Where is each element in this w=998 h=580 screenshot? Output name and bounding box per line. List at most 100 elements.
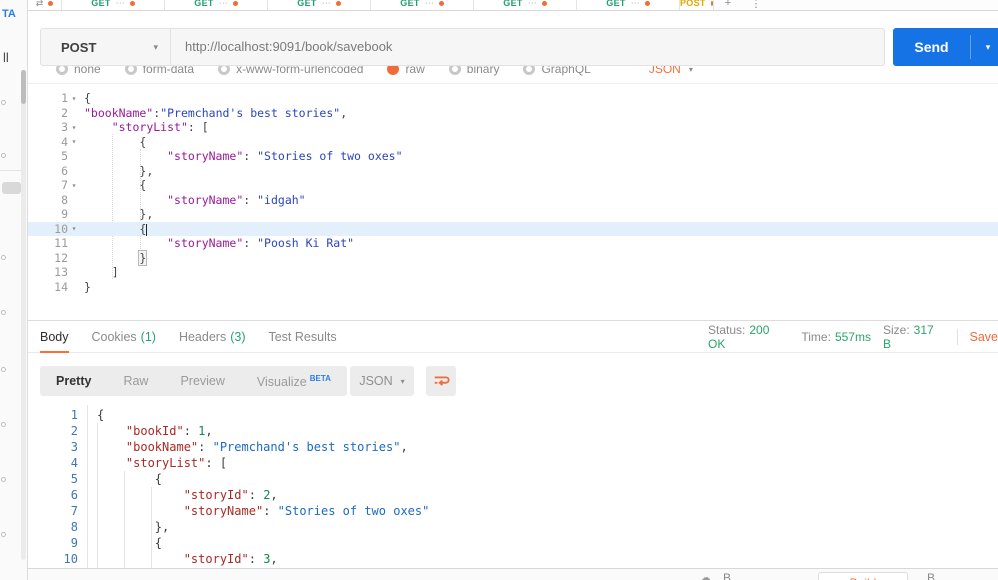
code-line[interactable]: 12 } (28, 249, 998, 266)
code-line[interactable]: 6 }, (28, 164, 998, 179)
code-line[interactable]: 11 "storyName": "Poosh Ki Rat" (28, 236, 998, 251)
code-line: 6 "storyId": 2, (28, 487, 998, 503)
code-line[interactable]: 7 ▾ { (28, 178, 998, 193)
save-response-button[interactable]: Save (969, 330, 998, 344)
code-line[interactable]: 4 ▾ { (28, 135, 998, 150)
tab-menu-button[interactable]: ⋮ (742, 0, 770, 10)
code-line[interactable]: 10 ▾ { (28, 221, 998, 236)
request-body-editor[interactable]: 1 ▾{2 "bookName":"Premchand's best stories… (28, 85, 998, 320)
code-text: "bookId": 1, (125, 424, 213, 438)
body-type-label: raw (405, 66, 425, 76)
line-number: 5 (61, 149, 68, 164)
code-line[interactable]: 8 "storyName": "idgah" (28, 193, 998, 208)
body-type-radio-x-www-form-urlencoded[interactable]: x-www-form-urlencoded (218, 66, 363, 76)
sidebar-history-item[interactable] (1, 310, 6, 315)
stat-value: 557ms (834, 330, 871, 344)
sidebar-history-item[interactable] (1, 255, 6, 260)
code-text: }, (154, 520, 170, 534)
response-stat: Status: 200 OK (708, 323, 789, 351)
body-type-radio-form-data[interactable]: form-data (124, 66, 194, 76)
code-text: "storyId": 3, (183, 552, 278, 566)
request-tab[interactable]: GET ⋯ (577, 0, 680, 10)
sidebar-history-item[interactable] (1, 422, 6, 427)
line-number: 4 (70, 456, 78, 470)
tab-title-ellipsis: ⋯ (321, 0, 331, 8)
line-number: 2 (70, 424, 78, 438)
build-toggle-button[interactable]: Build (818, 572, 908, 580)
body-type-radio-raw[interactable]: raw (387, 66, 425, 76)
request-tab[interactable]: GET ⋯ (371, 0, 474, 10)
tab-title-ellipsis: ⋯ (115, 0, 125, 8)
status-bar-label: B (723, 571, 732, 580)
line-number: 6 (70, 488, 78, 502)
sidebar-history-item[interactable] (1, 477, 6, 482)
sidebar-filter-label[interactable]: ll (3, 50, 9, 65)
sidebar-workspace-label[interactable]: TA (2, 8, 16, 20)
sidebar-history-item[interactable] (1, 367, 6, 372)
url-input[interactable]: http://localhost:9091/book/savebook (171, 29, 884, 65)
fold-caret-icon[interactable]: ▾ (68, 137, 80, 146)
view-mode-preview[interactable]: Preview (164, 366, 240, 396)
code-text: { (139, 221, 148, 236)
sidebar-history-item[interactable] (1, 100, 6, 105)
response-format-select[interactable]: JSON ▾ (350, 366, 414, 396)
view-mode-raw[interactable]: Raw (107, 366, 164, 396)
browse-label[interactable]: B (927, 571, 935, 580)
response-tab-cookies[interactable]: Cookies (1) (92, 321, 156, 353)
wrap-text-icon (434, 376, 450, 386)
response-tab-body[interactable]: Body (40, 321, 69, 354)
code-line[interactable]: 13 ] (28, 265, 998, 280)
sidebar-scrollbar-thumb[interactable] (21, 70, 26, 104)
sidebar-divider (0, 170, 21, 171)
tab-method-label: GET (194, 0, 214, 8)
raw-language-label: JSON (648, 66, 681, 76)
request-tab[interactable]: GET ⋯ (474, 0, 577, 10)
line-number: 7 (70, 504, 78, 518)
send-options-caret-icon[interactable]: ▾ (971, 42, 998, 53)
view-mode-visualize[interactable]: Visualize BETA (241, 364, 347, 397)
sidebar-selected-item[interactable] (2, 182, 21, 194)
sidebar-scrollbar[interactable] (21, 70, 26, 560)
view-mode-pretty[interactable]: Pretty (40, 366, 107, 396)
request-tab[interactable]: POST (680, 0, 714, 10)
request-tab[interactable]: GET ⋯ (62, 0, 165, 10)
body-type-radio-none[interactable]: none (56, 66, 101, 76)
sidebar-history-item[interactable] (1, 153, 6, 158)
response-tab-test-results[interactable]: Test Results (268, 321, 336, 353)
status-bar: ☁ B Build B (28, 568, 998, 580)
raw-language-select[interactable]: JSON ▾ (649, 66, 693, 76)
fold-caret-icon[interactable]: ▾ (68, 181, 80, 190)
chevron-down-icon: ▾ (688, 66, 693, 74)
sidebar-history-item[interactable] (1, 532, 6, 537)
new-tab-button[interactable]: + (714, 0, 742, 10)
line-number: 8 (61, 192, 68, 207)
request-tab[interactable]: GET ⋯ (165, 0, 268, 10)
body-type-radio-binary[interactable]: binary (448, 66, 499, 76)
code-line[interactable]: 14} (28, 280, 998, 295)
line-number: 14 (54, 279, 68, 294)
request-tab-stub[interactable]: ⇄ (28, 0, 62, 10)
body-type-radio-GraphQL[interactable]: GraphQL (523, 66, 591, 76)
response-body-viewer: 1{2 "bookId": 1, 3 "bookName": "Premchand… (28, 405, 998, 568)
code-text: } (138, 249, 148, 266)
code-line[interactable]: 2 "bookName":"Premchand's best stories", (28, 106, 998, 121)
line-number: 3 (70, 440, 78, 454)
fold-caret-icon[interactable]: ▾ (68, 94, 80, 103)
fold-caret-icon[interactable]: ▾ (68, 123, 80, 132)
tab-title-ellipsis: ⋯ (527, 0, 537, 8)
code-line[interactable]: 9 }, (28, 207, 998, 222)
wrap-text-button[interactable] (426, 366, 456, 396)
fold-caret-icon[interactable]: ▾ (68, 224, 80, 233)
code-line[interactable]: 1 ▾ { (28, 91, 998, 106)
build-label: Build (850, 576, 877, 580)
send-button[interactable]: Send ▾ (893, 28, 998, 66)
unsaved-dot-icon (232, 0, 238, 6)
request-tab[interactable]: GET ⋯ (268, 0, 371, 10)
method-select[interactable]: POST ▾ (41, 29, 171, 65)
code-line: 7 "storyName": "Stories of two oxes" (28, 503, 998, 519)
code-line[interactable]: 3 ▾ "storyList": [ (28, 120, 998, 135)
code-line[interactable]: 5 "storyName": "Stories of two oxes" (28, 149, 998, 164)
response-tab-label: Headers (178, 330, 227, 344)
code-text: { (139, 178, 147, 193)
response-tab-headers[interactable]: Headers (3) (179, 321, 246, 353)
